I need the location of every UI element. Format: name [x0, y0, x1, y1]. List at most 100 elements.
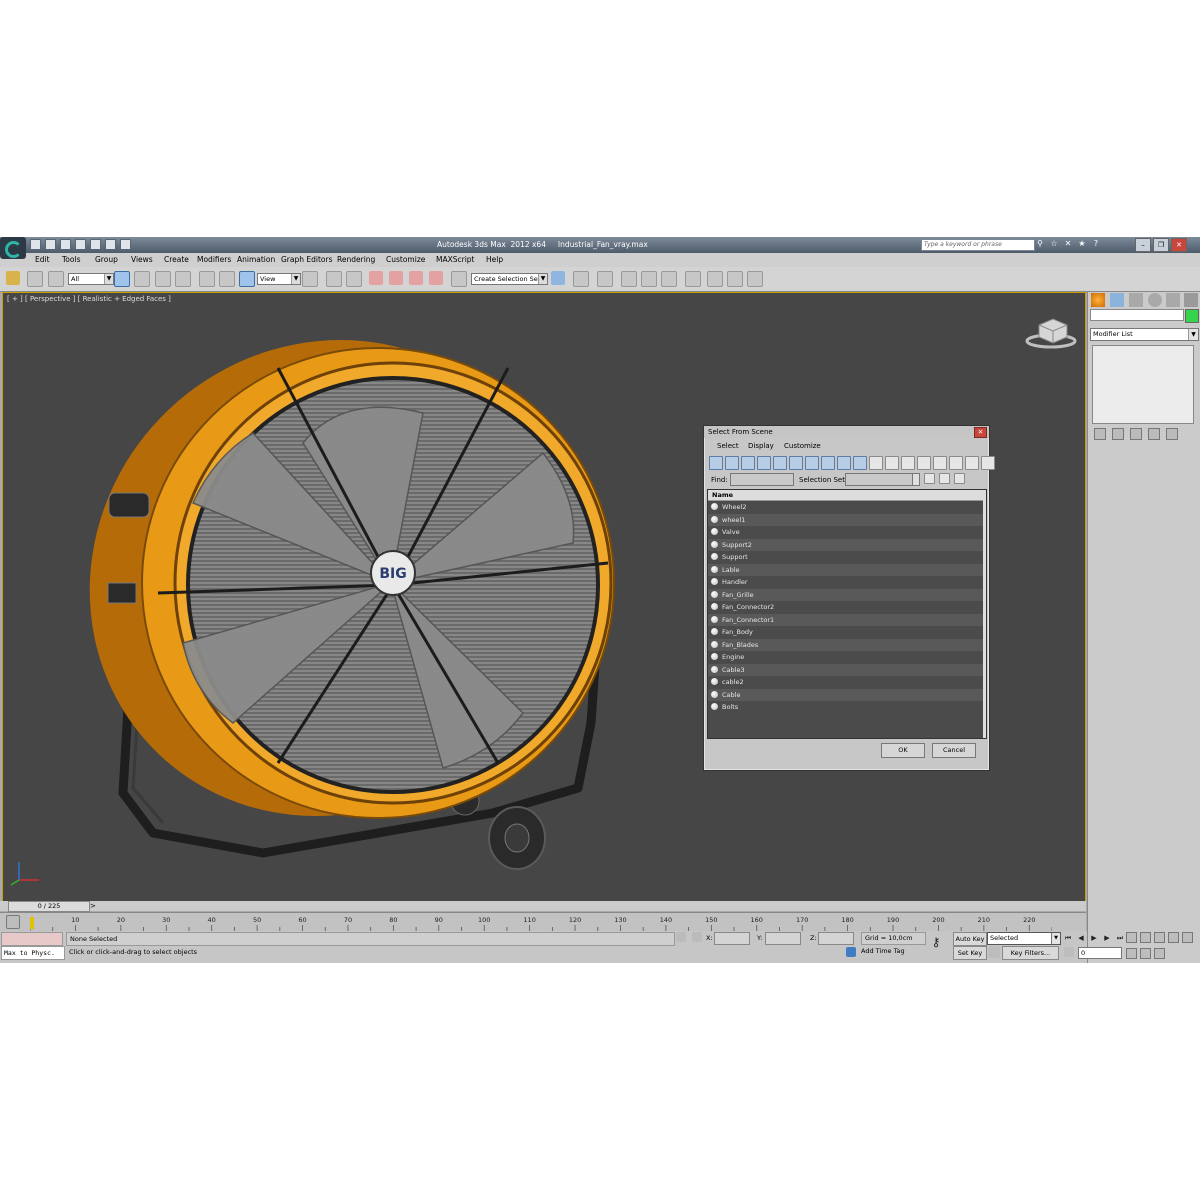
remove-from-selection-set-icon[interactable] [954, 473, 965, 484]
play-icon[interactable]: ▶ [1089, 933, 1099, 943]
maximize-viewport-icon[interactable] [1154, 947, 1165, 959]
list-item[interactable]: Fan_Connector1 [708, 613, 983, 626]
field-of-view-icon[interactable] [1182, 932, 1193, 943]
select-by-name-icon[interactable] [134, 271, 150, 287]
display-frozen-icon[interactable] [869, 456, 883, 470]
list-item[interactable]: Cable [708, 688, 983, 701]
menu-group[interactable]: Group [95, 255, 118, 264]
list-item[interactable]: Fan_Connector2 [708, 601, 983, 614]
pivot-center-icon[interactable] [302, 271, 318, 287]
list-item[interactable]: Bolts [708, 701, 983, 714]
render-setup-icon[interactable] [707, 271, 723, 287]
time-slider[interactable]: 0 / 225 > [0, 901, 1086, 912]
key-icon[interactable]: ⚷ [928, 935, 944, 949]
utilities-tab-icon[interactable] [1184, 293, 1198, 307]
list-item[interactable]: Cable3 [708, 663, 983, 676]
named-selection-dropdown[interactable]: Create Selection Se ▼ [471, 273, 548, 285]
select-object-icon[interactable] [114, 271, 130, 287]
next-frame-icon[interactable]: ▶ [1102, 933, 1112, 943]
add-time-tag[interactable]: Add Time Tag [861, 947, 905, 955]
maxscript-listener-mini[interactable] [1, 932, 63, 946]
zoom-extents-all-icon[interactable] [1168, 932, 1179, 943]
menu-tools[interactable]: Tools [62, 255, 80, 264]
project-folder-icon[interactable] [105, 239, 116, 250]
graphite-tools-icon[interactable] [621, 271, 637, 287]
list-item[interactable]: Valve [708, 526, 983, 539]
mini-curve-editor-icon[interactable] [6, 915, 20, 929]
binoculars-icon[interactable]: ⚲ [1036, 239, 1044, 248]
x-coordinate-field[interactable] [714, 932, 750, 945]
rendered-frame-window-icon[interactable] [727, 271, 743, 287]
object-color-swatch[interactable] [1185, 309, 1199, 323]
menu-modifiers[interactable]: Modifiers [197, 255, 231, 264]
snaps-toggle-icon[interactable] [369, 271, 383, 285]
align-icon[interactable] [573, 271, 589, 287]
remove-modifier-icon[interactable] [1148, 428, 1160, 440]
filter-icon[interactable] [965, 456, 979, 470]
next-frame-arrow[interactable]: > [90, 902, 96, 910]
menu-rendering[interactable]: Rendering [337, 255, 375, 264]
search-input[interactable]: Type a keyword or phrase [921, 239, 1035, 251]
motion-tab-icon[interactable] [1148, 293, 1162, 307]
object-name-field[interactable] [1090, 309, 1184, 321]
object-list[interactable]: Name Wheel2 wheel1 Valve Support2 Support Lab… [707, 489, 987, 739]
zoom-extents-icon[interactable] [1154, 932, 1165, 943]
display-space-warps-icon[interactable] [789, 456, 803, 470]
redo-icon[interactable] [90, 239, 101, 250]
communication-icon[interactable]: ✕ [1064, 239, 1072, 248]
list-item[interactable]: Lable [708, 563, 983, 576]
auto-key-button[interactable]: Auto Key [953, 932, 987, 946]
modifier-list-dropdown[interactable]: Modifier List ▼ [1090, 328, 1199, 341]
make-unique-icon[interactable] [1130, 428, 1142, 440]
app-logo-icon[interactable] [0, 237, 26, 259]
keyboard-shortcut-toggle-icon[interactable] [346, 271, 362, 287]
display-shapes-icon[interactable] [725, 456, 739, 470]
pin-stack-icon[interactable] [1094, 428, 1106, 440]
list-item[interactable]: Support [708, 551, 983, 564]
selection-lock-icon[interactable] [676, 932, 686, 942]
name-column-header[interactable]: Name [708, 490, 983, 501]
reference-coordinate-dropdown[interactable]: View ▼ [257, 273, 301, 285]
current-frame-field[interactable]: 0 [1078, 947, 1122, 959]
select-and-manipulate-icon[interactable] [326, 271, 342, 287]
display-containers-icon[interactable] [853, 456, 867, 470]
angle-snap-icon[interactable] [389, 271, 403, 285]
list-item[interactable]: Wheel2 [708, 501, 983, 514]
menu-create[interactable]: Create [164, 255, 189, 264]
undo-icon[interactable] [75, 239, 86, 250]
cancel-button[interactable]: Cancel [932, 743, 976, 758]
create-tab-icon[interactable] [1091, 293, 1105, 307]
sync-selection-icon[interactable] [949, 456, 963, 470]
restore-icon[interactable]: ❐ [1153, 238, 1169, 252]
time-slider-thumb[interactable]: 0 / 225 [8, 901, 90, 912]
advanced-filter-icon[interactable] [981, 456, 995, 470]
save-file-icon[interactable] [60, 239, 71, 250]
key-tangent-icon[interactable] [988, 946, 1000, 958]
display-xrefs-icon[interactable] [821, 456, 835, 470]
bind-space-warp-icon[interactable] [48, 271, 64, 287]
zoom-all-icon[interactable] [1140, 932, 1151, 943]
ok-button[interactable]: OK [881, 743, 925, 758]
display-all-icon[interactable] [901, 456, 915, 470]
invert-display-icon[interactable] [933, 456, 947, 470]
close-icon[interactable]: ✕ [974, 427, 987, 438]
menu-graph-editors[interactable]: Graph Editors [281, 255, 333, 264]
find-input[interactable] [730, 473, 794, 486]
list-item[interactable]: Fan_Grille [708, 588, 983, 601]
list-item[interactable]: Handler [708, 576, 983, 589]
key-filters-button[interactable]: Key Filters... [1002, 946, 1059, 960]
dialog-menu-customize[interactable]: Customize [784, 442, 821, 450]
previous-frame-icon[interactable]: ◀ [1076, 933, 1086, 943]
key-mode-dropdown[interactable]: Selected ▼ [987, 932, 1061, 945]
help-icon[interactable]: ? [1092, 239, 1100, 248]
set-key-button[interactable]: Set Key [953, 946, 987, 960]
edit-named-selection-icon[interactable] [451, 271, 467, 287]
rotate-icon[interactable] [219, 271, 235, 287]
absolute-mode-icon[interactable] [692, 932, 702, 942]
list-item[interactable]: Fan_Body [708, 626, 983, 639]
subscription-icon[interactable]: ☆ [1050, 239, 1058, 248]
display-geometry-icon[interactable] [709, 456, 723, 470]
minimize-icon[interactable]: – [1135, 238, 1151, 252]
dialog-menu-display[interactable]: Display [748, 442, 774, 450]
menu-customize[interactable]: Customize [386, 255, 425, 264]
